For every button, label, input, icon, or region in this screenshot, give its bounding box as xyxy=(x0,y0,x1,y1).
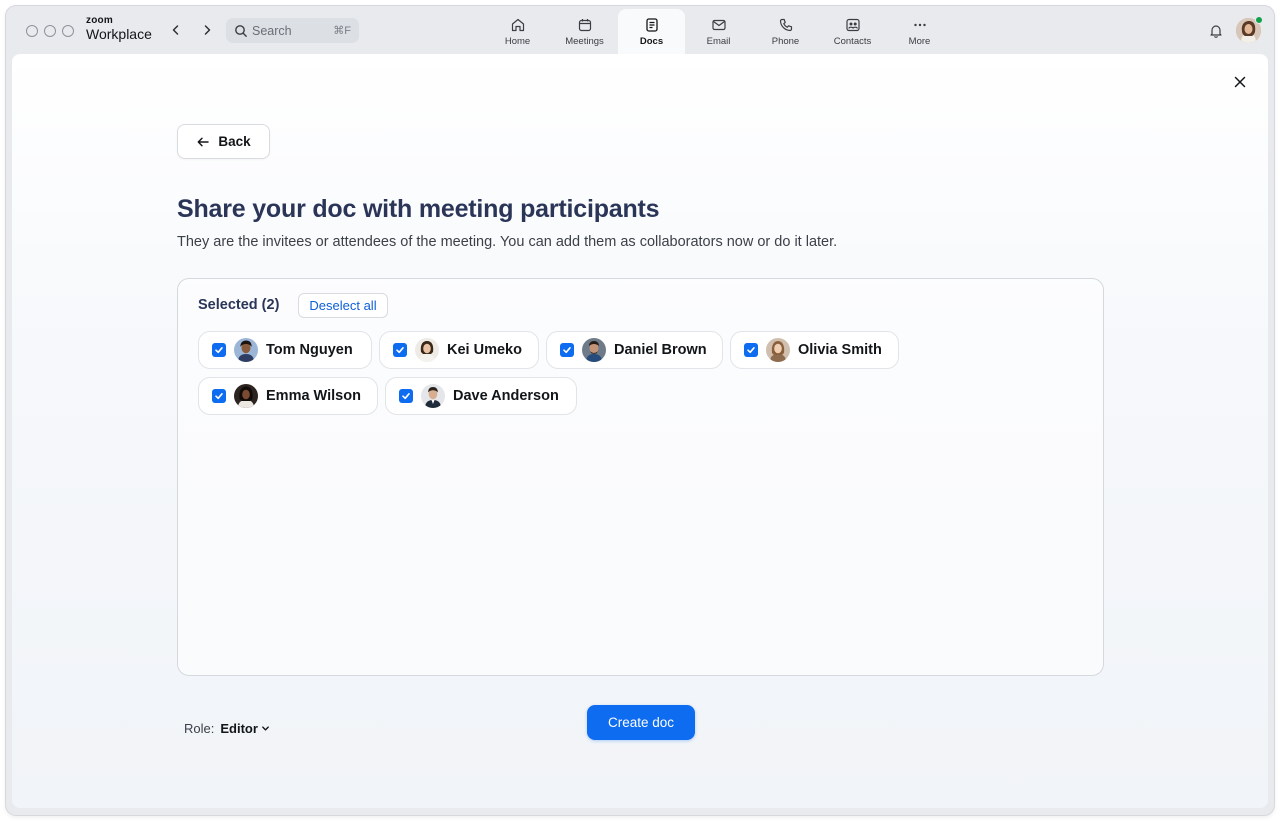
tab-contacts-label: Contacts xyxy=(833,36,872,47)
participant-checkbox[interactable] xyxy=(393,343,407,357)
tab-docs-label: Docs xyxy=(639,36,664,47)
check-icon xyxy=(402,393,410,400)
selected-count: Selected (2) xyxy=(198,297,280,313)
page-subtitle: They are the invitees or attendees of th… xyxy=(177,234,838,250)
tab-docs[interactable]: Docs xyxy=(618,9,685,54)
participant-chip[interactable]: Tom Nguyen xyxy=(198,331,372,369)
tab-contacts[interactable]: Contacts xyxy=(819,9,886,54)
participant-chip[interactable]: Daniel Brown xyxy=(546,331,723,369)
chevron-left-icon xyxy=(172,25,179,35)
page-title: Share your doc with meeting participants xyxy=(177,195,660,223)
check-icon xyxy=(215,393,223,400)
participant-checkbox[interactable] xyxy=(744,343,758,357)
participant-avatar xyxy=(415,338,439,362)
participant-name: Olivia Smith xyxy=(798,342,882,358)
more-icon xyxy=(913,23,926,27)
tab-more-label: More xyxy=(908,36,931,47)
notifications-bell-icon[interactable] xyxy=(1208,23,1224,39)
tab-phone[interactable]: Phone xyxy=(752,9,819,54)
create-doc-button[interactable]: Create doc xyxy=(587,705,695,740)
arrow-left-icon xyxy=(197,137,210,146)
chevron-right-icon xyxy=(204,25,211,35)
participant-avatar xyxy=(234,338,258,362)
check-icon xyxy=(563,347,571,354)
contacts-icon xyxy=(845,18,860,32)
participant-name: Dave Anderson xyxy=(453,388,559,404)
brand-workplace: Workplace xyxy=(86,26,152,42)
participant-name: Emma Wilson xyxy=(266,388,361,404)
tab-email[interactable]: Email xyxy=(685,9,752,54)
doc-icon xyxy=(645,18,658,32)
participant-chip[interactable]: Emma Wilson xyxy=(198,377,378,415)
check-icon xyxy=(215,347,223,354)
close-window-button[interactable] xyxy=(26,25,38,37)
maximize-window-button[interactable] xyxy=(62,25,74,37)
back-nav-button[interactable] xyxy=(166,20,186,40)
check-icon xyxy=(747,347,755,354)
participant-avatar xyxy=(421,384,445,408)
participant-name: Tom Nguyen xyxy=(266,342,353,358)
participant-avatar xyxy=(766,338,790,362)
close-icon[interactable] xyxy=(1232,74,1248,90)
participant-avatar xyxy=(234,384,258,408)
home-icon xyxy=(511,18,524,32)
tab-meetings[interactable]: Meetings xyxy=(551,9,618,54)
search-shortcut: ⌘F xyxy=(333,25,351,37)
participant-chip[interactable]: Olivia Smith xyxy=(730,331,899,369)
participant-name: Kei Umeko xyxy=(447,342,522,358)
participant-checkbox[interactable] xyxy=(560,343,574,357)
minimize-window-button[interactable] xyxy=(44,25,56,37)
participant-checkbox[interactable] xyxy=(212,389,226,403)
online-status-indicator xyxy=(1255,16,1263,24)
mail-icon xyxy=(711,19,726,31)
search-box[interactable]: ⌘F xyxy=(226,18,359,43)
participant-avatar xyxy=(582,338,606,362)
search-icon xyxy=(235,24,247,37)
phone-icon xyxy=(779,18,792,32)
brand-zoom: zoom xyxy=(86,15,113,26)
role-dropdown[interactable]: Editor xyxy=(220,721,270,736)
check-icon xyxy=(396,347,404,354)
participant-chip[interactable]: Kei Umeko xyxy=(379,331,539,369)
app-window: zoom Workplace ⌘F Home Meetings D xyxy=(6,6,1274,815)
forward-nav-button[interactable] xyxy=(197,20,217,40)
main-nav: Home Meetings Docs Email Phone Contacts xyxy=(484,9,953,54)
share-doc-panel: Back Share your doc with meeting partici… xyxy=(12,54,1268,808)
search-input[interactable] xyxy=(252,23,332,38)
tab-meetings-label: Meetings xyxy=(565,36,604,47)
back-button-label: Back xyxy=(218,134,251,149)
tab-email-label: Email xyxy=(706,36,731,47)
chevron-down-icon xyxy=(262,726,269,731)
role-value: Editor xyxy=(220,721,258,736)
role-label: Role: xyxy=(184,721,215,736)
deselect-all-button[interactable]: Deselect all xyxy=(298,293,388,318)
participant-checkbox[interactable] xyxy=(399,389,413,403)
participant-name: Daniel Brown xyxy=(614,342,707,358)
window-controls xyxy=(26,25,74,37)
role-selector: Role: Editor xyxy=(184,721,270,736)
participants-card: Selected (2) Deselect all Tom Nguyen Kei… xyxy=(177,278,1104,676)
participant-checkbox[interactable] xyxy=(212,343,226,357)
back-button[interactable]: Back xyxy=(177,124,270,159)
app-logo: zoom Workplace xyxy=(86,15,152,42)
participant-chip[interactable]: Dave Anderson xyxy=(385,377,577,415)
tab-phone-label: Phone xyxy=(771,36,800,47)
tab-home-label: Home xyxy=(504,36,531,47)
calendar-icon xyxy=(578,19,591,32)
title-bar: zoom Workplace ⌘F Home Meetings D xyxy=(6,6,1274,54)
tab-home[interactable]: Home xyxy=(484,9,551,54)
tab-more[interactable]: More xyxy=(886,9,953,54)
